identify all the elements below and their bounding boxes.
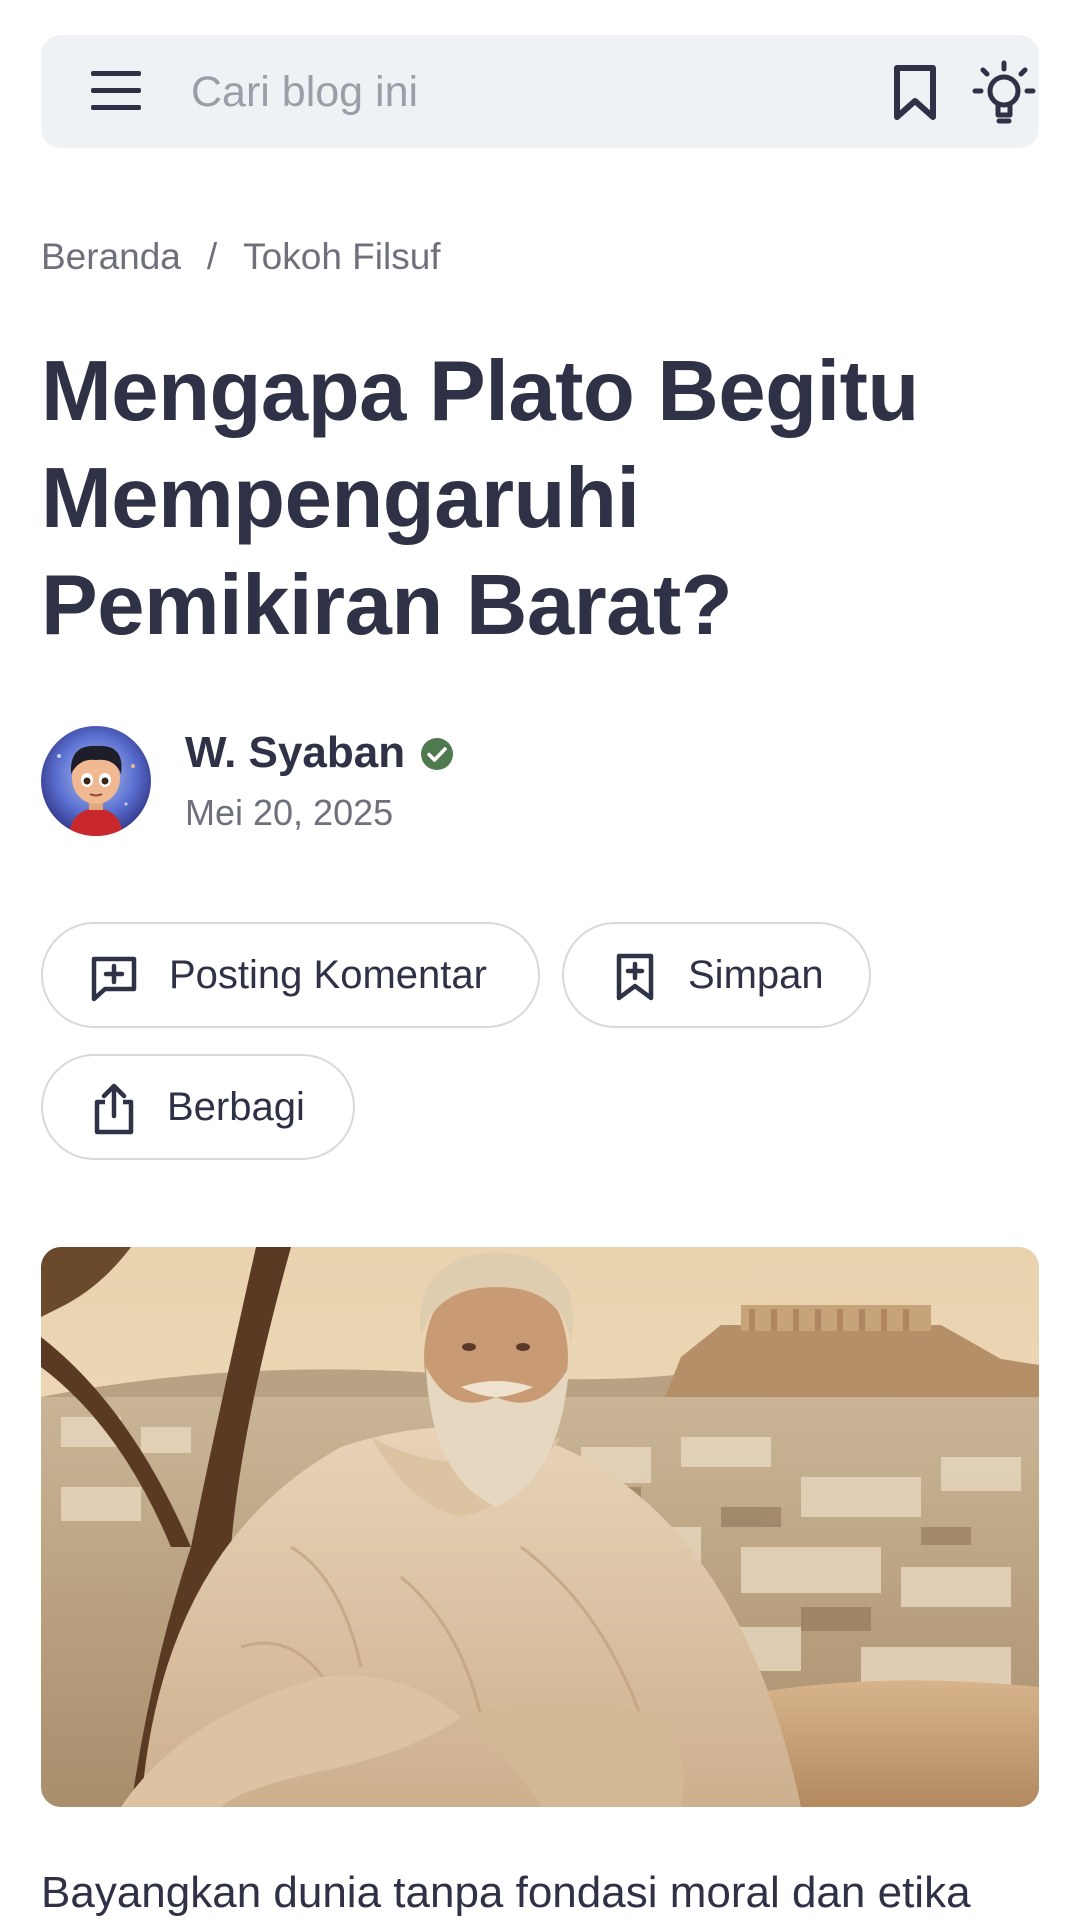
- bookmark-icon: [894, 65, 936, 120]
- lightbulb-icon: [972, 60, 1036, 124]
- share-button[interactable]: Berbagi: [41, 1054, 355, 1160]
- author-name[interactable]: W. Syaban: [185, 728, 405, 778]
- article-title: Mengapa Plato Begitu Mempengaruhi Pemiki…: [41, 344, 919, 653]
- theme-toggle-button[interactable]: [969, 57, 1039, 127]
- breadcrumb-category[interactable]: Tokoh Filsuf: [243, 236, 440, 278]
- breadcrumb-home[interactable]: Beranda: [41, 236, 181, 278]
- article-hero-image: [41, 1247, 1039, 1807]
- menu-button[interactable]: [89, 71, 143, 111]
- post-comment-label: Posting Komentar: [169, 952, 487, 997]
- bookmark-add-icon: [616, 953, 654, 1001]
- avatar-image: [41, 726, 151, 836]
- avatar[interactable]: [41, 726, 151, 836]
- bookmark-button[interactable]: [889, 63, 941, 123]
- save-label: Simpan: [688, 952, 824, 997]
- share-label: Berbagi: [167, 1084, 305, 1129]
- menu-icon: [91, 71, 141, 76]
- save-button[interactable]: Simpan: [562, 922, 871, 1028]
- search-input[interactable]: [191, 63, 691, 121]
- breadcrumb-separator: /: [206, 236, 218, 277]
- add-comment-icon: [91, 956, 137, 1002]
- article-body-first-line: Bayangkan dunia tanpa fondasi moral dan …: [41, 1868, 971, 1917]
- top-app-bar: [41, 35, 1039, 148]
- verified-icon: [421, 738, 453, 770]
- share-icon: [94, 1083, 134, 1135]
- post-date: Mei 20, 2025: [185, 792, 394, 833]
- post-comment-button[interactable]: Posting Komentar: [41, 922, 540, 1028]
- breadcrumb: Beranda / Tokoh Filsuf: [41, 236, 441, 278]
